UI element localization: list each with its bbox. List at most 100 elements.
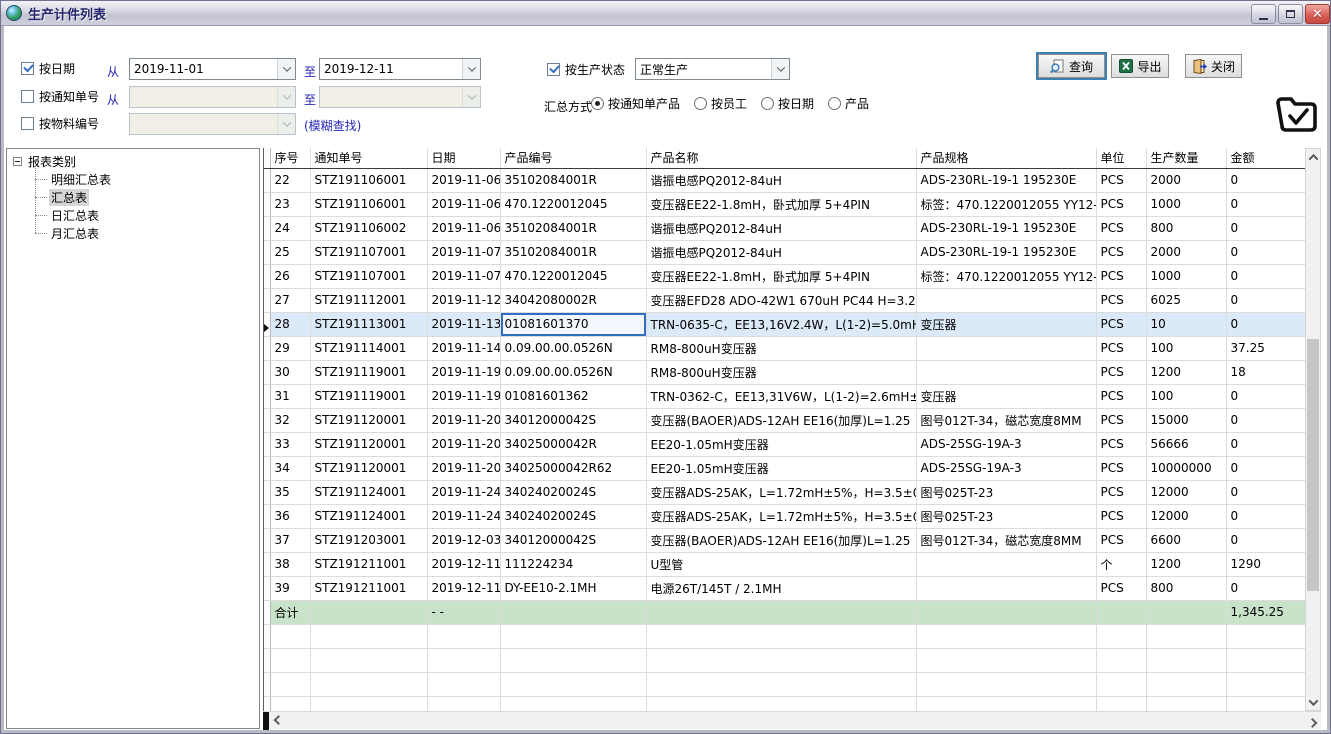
cell-unit[interactable]: PCS <box>1096 168 1146 192</box>
cell-date[interactable]: 2019-12-11 <box>427 552 500 576</box>
cell-name[interactable]: 变压器ADS-25AK，L=1.72mH±5%，H=3.5±0.2m <box>646 480 916 504</box>
cell-code[interactable]: 34025000042R <box>500 432 646 456</box>
cell-code[interactable]: 34024020024S <box>500 504 646 528</box>
table-row[interactable]: 33STZ1911200012019-11-2034025000042REE20… <box>264 432 1305 456</box>
column-header[interactable]: 通知单号 <box>310 148 427 168</box>
summary-option-1[interactable]: 按通知单产品 <box>591 95 680 112</box>
radio-icon[interactable] <box>694 97 707 110</box>
cell-code[interactable]: 35102084001R <box>500 216 646 240</box>
horizontal-scrollbar[interactable] <box>263 711 1321 729</box>
cell-amount[interactable]: 0 <box>1226 432 1305 456</box>
cell-code[interactable]: 34042080002R <box>500 288 646 312</box>
cell-name[interactable]: 变压器EFD28 ADO-42W1 670uH PC44 H=3.2+0.4 <box>646 288 916 312</box>
cell-unit[interactable]: PCS <box>1096 384 1146 408</box>
cell-spec[interactable] <box>916 360 1096 384</box>
cell-code[interactable]: 470.1220012045 <box>500 192 646 216</box>
cell-date[interactable]: 2019-11-12 <box>427 288 500 312</box>
cell-notice[interactable]: STZ191112001 <box>310 288 427 312</box>
cell-notice[interactable]: STZ191120001 <box>310 456 427 480</box>
table-row[interactable]: 22STZ1911060012019-11-0635102084001R谐振电感… <box>264 168 1305 192</box>
cell-amount[interactable]: 0 <box>1226 168 1305 192</box>
tree-item-3[interactable]: 日汇总表 <box>35 206 257 224</box>
cell-notice[interactable]: STZ191106001 <box>310 168 427 192</box>
cell-unit[interactable]: PCS <box>1096 312 1146 336</box>
cell-unit[interactable]: PCS <box>1096 192 1146 216</box>
cell-date[interactable]: 2019-11-06 <box>427 216 500 240</box>
cell-name[interactable]: 变压器(BAOER)ADS-12AH EE16(加厚)L=1.25 自动 <box>646 408 916 432</box>
cell-spec[interactable]: 图号025T-23 <box>916 480 1096 504</box>
scroll-left-button[interactable] <box>270 712 287 730</box>
cell-spec[interactable]: 标签：470.1220012055 YY12-1 <box>916 264 1096 288</box>
cell-spec[interactable]: ADS-230RL-19-1 195230E <box>916 216 1096 240</box>
cell-qty[interactable]: 6025 <box>1146 288 1226 312</box>
cell-qty[interactable]: 6600 <box>1146 528 1226 552</box>
cell-code[interactable]: 35102084001R <box>500 240 646 264</box>
cell-name[interactable]: 谐振电感PQ2012-84uH <box>646 240 916 264</box>
filter-by-status[interactable]: 按生产状态 <box>547 61 625 78</box>
column-header[interactable]: 序号 <box>270 148 310 168</box>
cell-qty[interactable]: 800 <box>1146 216 1226 240</box>
cell-code[interactable]: 35102084001R <box>500 168 646 192</box>
cell-unit[interactable]: PCS <box>1096 408 1146 432</box>
cell-date[interactable]: 2019-11-19 <box>427 384 500 408</box>
cell-name[interactable]: 变压器(BAOER)ADS-12AH EE16(加厚)L=1.25 自动 <box>646 528 916 552</box>
cell-name[interactable]: TRN-0635-C，EE13,16V2.4W，L(1-2)=5.0mH±7% <box>646 312 916 336</box>
column-header[interactable]: 产品编号 <box>500 148 646 168</box>
cell-no[interactable]: 26 <box>270 264 310 288</box>
cell-name[interactable]: 电源26T/145T / 2.1MH <box>646 576 916 600</box>
table-row[interactable]: 39STZ1912110012019-12-11DY-EE10-2.1MH电源2… <box>264 576 1305 600</box>
cell-unit[interactable]: PCS <box>1096 432 1146 456</box>
cell-code[interactable]: 01081601362 <box>500 384 646 408</box>
table-row[interactable]: 28STZ1911130012019-11-1301081601370TRN-0… <box>264 312 1305 336</box>
cell-amount[interactable]: 0 <box>1226 528 1305 552</box>
cell-qty[interactable]: 12000 <box>1146 480 1226 504</box>
cell-amount[interactable]: 0 <box>1226 408 1305 432</box>
cell-code[interactable]: 111224234 <box>500 552 646 576</box>
summary-option-4[interactable]: 产品 <box>828 95 869 112</box>
column-header[interactable]: 生产数量 <box>1146 148 1226 168</box>
export-button[interactable]: 导出 <box>1111 54 1169 78</box>
cell-notice[interactable]: STZ191119001 <box>310 384 427 408</box>
cell-unit[interactable]: PCS <box>1096 456 1146 480</box>
cell-spec[interactable]: ADS-230RL-19-1 195230E <box>916 168 1096 192</box>
cell-code[interactable]: 34012000042S <box>500 408 646 432</box>
filter-by-date[interactable]: 按日期 <box>21 60 75 77</box>
cell-unit[interactable]: PCS <box>1096 360 1146 384</box>
table-row[interactable]: 37STZ1912030012019-12-0334012000042S变压器(… <box>264 528 1305 552</box>
column-header[interactable]: 产品规格 <box>916 148 1096 168</box>
cell-unit[interactable]: PCS <box>1096 264 1146 288</box>
cell-code[interactable]: 0.09.00.00.0526N <box>500 336 646 360</box>
cell-notice[interactable]: STZ191124001 <box>310 480 427 504</box>
cell-spec[interactable] <box>916 288 1096 312</box>
cell-date[interactable]: 2019-11-06 <box>427 192 500 216</box>
cell-code[interactable]: 34025000042R62 <box>500 456 646 480</box>
cell-date[interactable]: 2019-12-03 <box>427 528 500 552</box>
cell-no[interactable]: 25 <box>270 240 310 264</box>
radio-icon[interactable] <box>761 97 774 110</box>
cell-notice[interactable]: STZ191211001 <box>310 552 427 576</box>
table-row[interactable]: 25STZ1911070012019-11-0735102084001R谐振电感… <box>264 240 1305 264</box>
cell-unit[interactable]: PCS <box>1096 480 1146 504</box>
cell-qty[interactable]: 100 <box>1146 336 1226 360</box>
cell-qty[interactable]: 2000 <box>1146 168 1226 192</box>
cell-notice[interactable]: STZ191119001 <box>310 360 427 384</box>
cell-qty[interactable]: 1000 <box>1146 264 1226 288</box>
cell-name[interactable]: EE20-1.05mH变压器 <box>646 432 916 456</box>
cell-unit[interactable]: PCS <box>1096 336 1146 360</box>
cell-no[interactable]: 39 <box>270 576 310 600</box>
cell-date[interactable]: 2019-11-06 <box>427 168 500 192</box>
cell-date[interactable]: 2019-11-14 <box>427 336 500 360</box>
cell-no[interactable]: 37 <box>270 528 310 552</box>
table-row[interactable]: 30STZ1911190012019-11-190.09.00.00.0526N… <box>264 360 1305 384</box>
close-window-button[interactable]: ✕ <box>1305 4 1330 24</box>
cell-amount[interactable]: 0 <box>1226 576 1305 600</box>
table-row[interactable]: 26STZ1911070012019-11-07470.1220012045变压… <box>264 264 1305 288</box>
cell-no[interactable]: 22 <box>270 168 310 192</box>
cell-date[interactable]: 2019-11-20 <box>427 408 500 432</box>
cell-amount[interactable]: 37.25 <box>1226 336 1305 360</box>
cell-spec[interactable]: 变压器 <box>916 384 1096 408</box>
cell-amount[interactable]: 0 <box>1226 216 1305 240</box>
cell-no[interactable]: 34 <box>270 456 310 480</box>
table-row[interactable]: 29STZ1911140012019-11-140.09.00.00.0526N… <box>264 336 1305 360</box>
cell-amount[interactable]: 1290 <box>1226 552 1305 576</box>
